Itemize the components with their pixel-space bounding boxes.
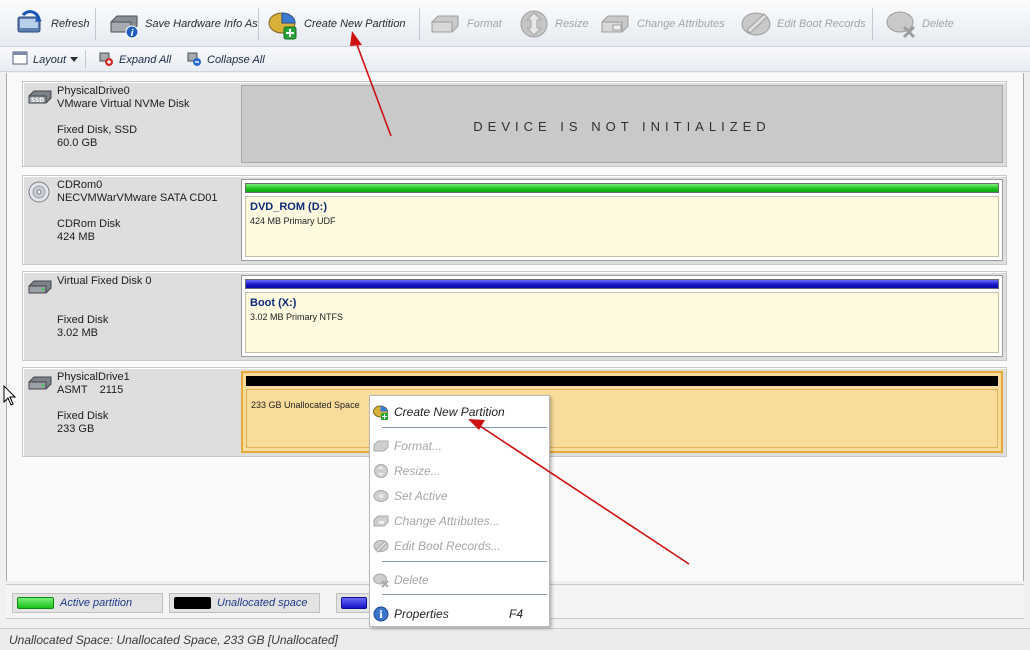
annotation-arrows-overlay: [350, 31, 690, 565]
annotation-arrow: [468, 419, 690, 565]
annotation-arrow: [350, 31, 392, 137]
